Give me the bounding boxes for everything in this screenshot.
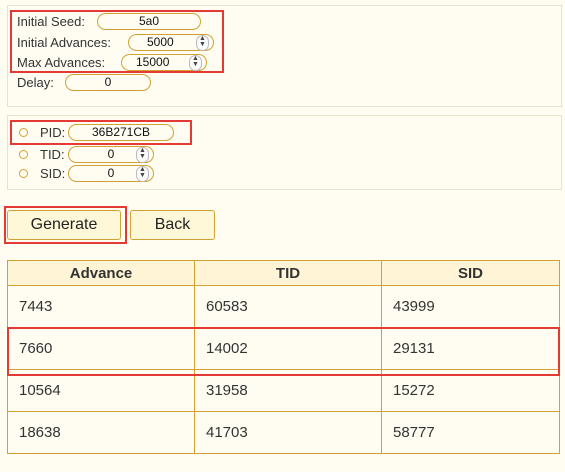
- tid-input[interactable]: 0 ▲ ▼: [68, 146, 154, 163]
- header-sid: SID: [381, 260, 560, 286]
- sid-input[interactable]: 0 ▲ ▼: [68, 165, 154, 182]
- cell-advance: 18638: [7, 411, 195, 454]
- sid-radio[interactable]: [19, 169, 28, 178]
- back-button[interactable]: Back: [130, 210, 215, 240]
- table-row[interactable]: 18638 41703 58777: [7, 411, 560, 454]
- tid-radio[interactable]: [19, 150, 28, 159]
- tid-label: TID:: [40, 147, 65, 162]
- cell-advance: 7443: [7, 285, 195, 328]
- table-row[interactable]: 7443 60583 43999: [7, 285, 560, 328]
- cell-tid: 41703: [194, 411, 382, 454]
- row-highlight-box: [7, 327, 560, 376]
- cell-tid: 60583: [194, 285, 382, 328]
- cell-sid: 58777: [381, 411, 560, 454]
- generate-highlight-box: [4, 206, 127, 244]
- header-advance: Advance: [7, 260, 195, 286]
- tid-stepper[interactable]: ▲ ▼: [136, 147, 149, 163]
- delay-label: Delay:: [17, 75, 54, 90]
- sid-stepper[interactable]: ▲ ▼: [136, 166, 149, 182]
- sid-label: SID:: [40, 166, 66, 181]
- pid-highlight-box: [10, 120, 192, 145]
- cell-sid: 43999: [381, 285, 560, 328]
- header-tid: TID: [194, 260, 382, 286]
- table-header-row: Advance TID SID: [7, 260, 560, 286]
- seed-highlight-box: [10, 10, 224, 73]
- delay-input[interactable]: 0: [65, 74, 151, 91]
